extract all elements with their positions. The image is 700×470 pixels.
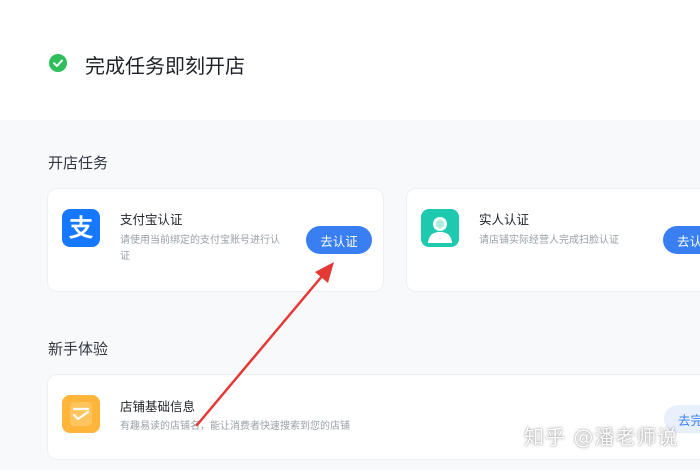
page: 完成任务即刻开店 开店任务 支 支付宝认证 请使用当前绑定的支付宝账号进行认 证… [0,0,700,470]
watermark: 知乎 @潘老师说 [524,425,679,449]
annotation-arrow [195,262,334,427]
